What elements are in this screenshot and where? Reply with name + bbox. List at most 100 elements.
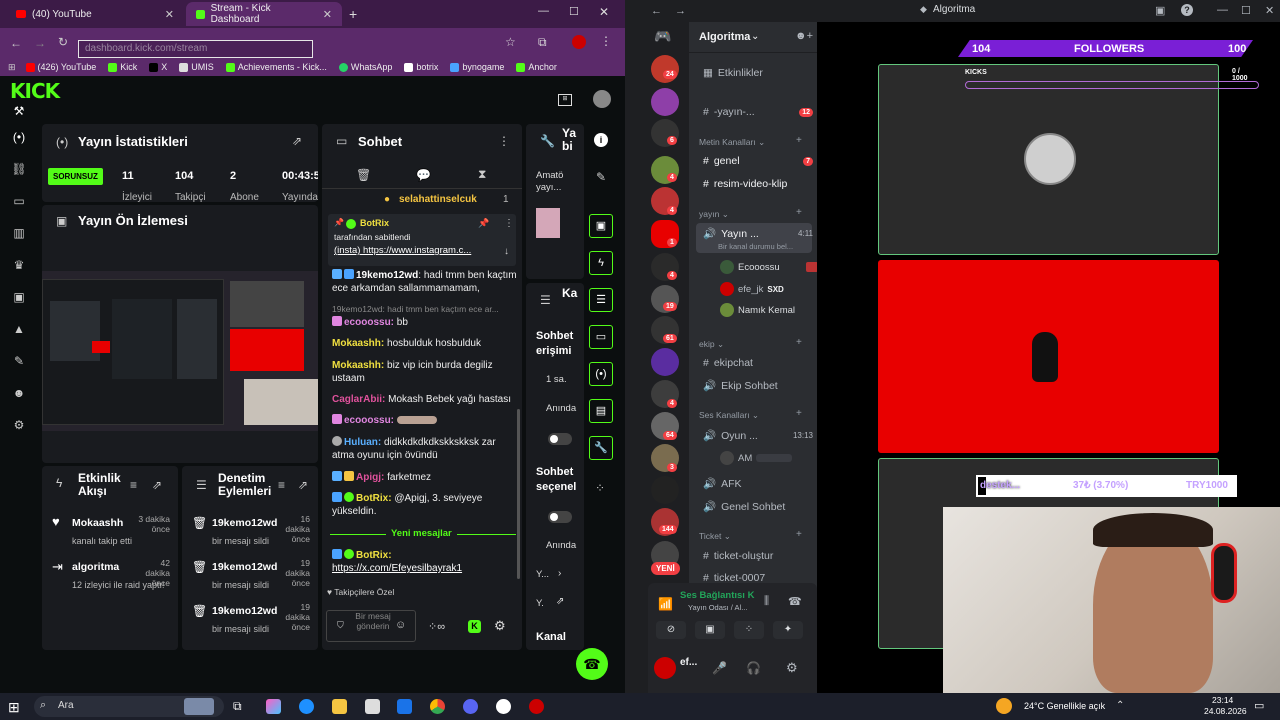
infinity-icon[interactable]: ⁘∞ — [428, 620, 445, 633]
layers-button[interactable]: ▤ — [589, 399, 613, 423]
bookmark-star-icon[interactable]: ☆ — [505, 35, 516, 49]
weather-icon[interactable] — [996, 698, 1012, 714]
setting-value[interactable]: Anında — [546, 403, 576, 414]
forward-icon[interactable]: → — [34, 36, 46, 50]
channel-yayin[interactable]: # -yayın-... 12 — [703, 106, 813, 118]
store-icon[interactable] — [365, 699, 380, 714]
disconnect-icon[interactable]: ☎ — [788, 595, 802, 608]
trophy-icon[interactable]: ♛ — [11, 258, 27, 274]
search-box[interactable]: ⌕ Ara — [34, 696, 224, 717]
minimize-button[interactable]: — — [1217, 4, 1228, 16]
menu-icon[interactable]: ⋮ — [600, 34, 612, 48]
channel-ekipchat[interactable]: # ekipchat — [703, 357, 813, 369]
close-icon[interactable]: ✕ — [165, 8, 174, 21]
bookmark-anchor[interactable]: Anchor — [516, 62, 557, 72]
close-window-button[interactable]: ✕ — [1265, 4, 1274, 17]
pinned-text[interactable]: (insta) https://www.instagram.c... — [334, 245, 494, 256]
bookmark-youtube[interactable]: (426) YouTube — [25, 62, 96, 72]
settings-icon[interactable]: ⚙ — [494, 618, 506, 634]
wrench-button[interactable]: 🔧 — [589, 436, 613, 460]
server-icon[interactable] — [651, 88, 679, 116]
noise-icon[interactable]: ⫼ — [764, 595, 769, 608]
info-icon[interactable]: i — [594, 133, 608, 147]
file-explorer-icon[interactable] — [332, 699, 347, 714]
setting-value[interactable]: 1 sa. — [546, 374, 567, 385]
arrow-down-icon[interactable]: ↓ — [504, 246, 509, 257]
mod-view-icon[interactable]: ⊞ — [558, 94, 572, 106]
trash-icon[interactable]: 🗑 — [356, 168, 371, 182]
kick-emote-icon[interactable]: K — [468, 620, 481, 633]
user-name[interactable]: ef... — [680, 657, 697, 668]
link-icon[interactable]: ⛓ — [11, 162, 27, 178]
apps-icon[interactable]: ⊞ — [8, 62, 16, 73]
channel-resim[interactable]: # resim-video-klip — [703, 178, 813, 190]
shield-icon[interactable]: ⛉ — [337, 620, 344, 631]
bookmark-achievements[interactable]: Achievements - Kick... — [225, 62, 327, 72]
chrome-icon[interactable] — [430, 699, 445, 714]
forward-icon[interactable]: → — [675, 5, 686, 17]
popout-icon[interactable]: ⇗ — [556, 596, 564, 607]
inbox-icon[interactable]: ▣ — [1155, 4, 1165, 17]
task-view-icon[interactable]: ⧉ — [233, 699, 248, 714]
tray-arrow-icon[interactable]: ⌃ — [1116, 700, 1124, 711]
voice-status[interactable]: Ses Bağlantısı K — [680, 590, 764, 601]
screen-share-button[interactable]: ▣ — [695, 621, 725, 639]
setting-value[interactable]: Y... — [536, 569, 549, 580]
edge-icon[interactable] — [299, 699, 314, 714]
add-channel-icon[interactable]: + — [796, 207, 802, 218]
bookmark-umis[interactable]: UMIS — [179, 62, 214, 72]
tab-youtube[interactable]: (40) YouTube ✕ — [6, 2, 184, 26]
broadcast-button[interactable]: (•) — [589, 362, 613, 386]
server-icon[interactable] — [651, 476, 679, 504]
profile-avatar[interactable] — [572, 35, 586, 49]
stats-icon[interactable]: ▲ — [11, 322, 27, 338]
app-icon[interactable] — [529, 699, 544, 714]
back-icon[interactable]: ← — [651, 5, 662, 17]
category-ekip[interactable]: ekip ⌄ — [699, 339, 809, 350]
chevron-down-icon[interactable]: ⌄ — [751, 31, 759, 42]
emoji-icon[interactable]: ☺ — [395, 619, 406, 631]
bookmark-kick[interactable]: Kick — [108, 62, 137, 72]
url-input[interactable]: dashboard.kick.com/stream — [78, 40, 313, 58]
hourglass-icon[interactable]: ⧗ — [478, 167, 486, 182]
maximize-button[interactable]: ☐ — [569, 5, 579, 18]
voice-channel-yayin[interactable]: 🔊 Yayın ... 4:11 — [703, 227, 813, 241]
voice-user[interactable]: Namık Kemal — [720, 303, 795, 317]
category-yayin[interactable]: yayın ⌄ — [699, 209, 809, 220]
speech-bubble-icon[interactable]: 💬 — [416, 168, 431, 182]
back-icon[interactable]: ← — [10, 36, 22, 50]
pinned-message[interactable]: 📌 BotRix 📌 ⋮ tarafından sabitlendi (inst… — [328, 214, 516, 266]
reload-icon[interactable]: ↻ — [58, 35, 68, 49]
setting-value[interactable]: Y. — [536, 598, 544, 609]
category-metin[interactable]: Metin Kanalları ⌄ — [699, 137, 809, 148]
help-icon[interactable]: ? — [1181, 4, 1193, 16]
mail-icon[interactable] — [397, 699, 412, 714]
list-button[interactable]: ☰ — [589, 288, 613, 312]
more-icon[interactable]: ⋮ — [504, 218, 514, 229]
tab-kick-dashboard[interactable]: Stream - Kick Dashboard ✕ — [186, 2, 342, 26]
popout-icon[interactable]: ⇗ — [292, 134, 302, 148]
discord-app-icon[interactable] — [463, 699, 478, 714]
new-tab-button[interactable]: + — [349, 6, 357, 22]
weather-text[interactable]: 24°C Genellikle açık — [1024, 701, 1105, 711]
tools-icon[interactable]: ✎ — [11, 354, 27, 370]
popout-icon[interactable]: ⇗ — [298, 478, 308, 492]
close-window-button[interactable]: ✕ — [599, 5, 609, 19]
voice-channel-oyun[interactable]: 🔊 Oyun ... 13:13 — [703, 429, 813, 443]
more-icon[interactable]: ⋮ — [498, 134, 510, 148]
voice-user[interactable]: Ecooossu — [720, 260, 818, 274]
apps-icon[interactable]: ⁘ — [595, 481, 605, 495]
broadcast-icon[interactable]: (•) — [11, 130, 27, 146]
microphone-icon[interactable]: 🎤 — [712, 661, 727, 675]
add-channel-icon[interactable]: + — [796, 337, 802, 348]
category-ses[interactable]: Ses Kanalları ⌄ — [699, 410, 809, 421]
channel-genel[interactable]: # genel 7 — [703, 155, 813, 167]
voice-user[interactable]: AM — [720, 451, 793, 465]
video-icon[interactable]: ▣ — [11, 290, 27, 306]
close-icon[interactable]: ✕ — [323, 8, 332, 21]
voice-room[interactable]: Yayın Odası / Al... — [688, 603, 768, 612]
user-avatar[interactable] — [593, 90, 611, 108]
unpin-icon[interactable]: 📌 — [478, 218, 489, 229]
voice-user[interactable]: efe_jk SXD — [720, 282, 784, 296]
category-ticket[interactable]: Ticket ⌄ — [699, 531, 809, 542]
